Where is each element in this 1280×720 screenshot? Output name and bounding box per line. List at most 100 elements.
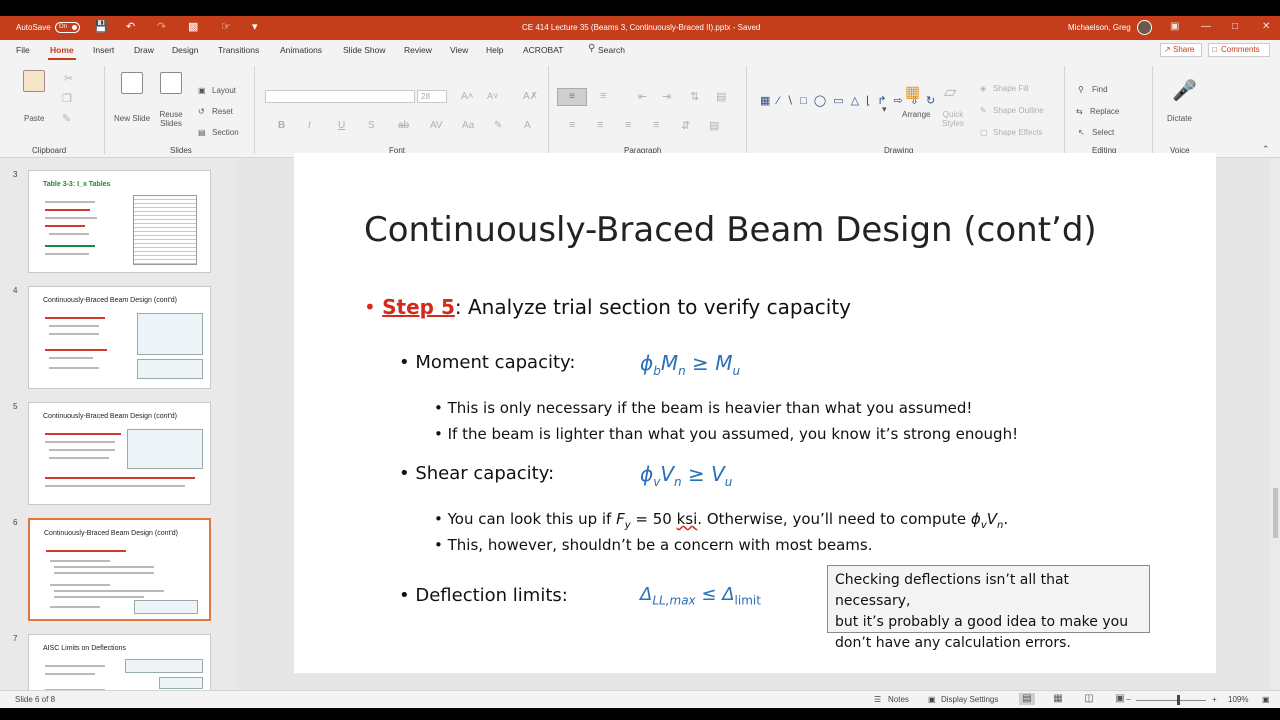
tab-acrobat[interactable]: ACROBAT bbox=[523, 45, 563, 55]
decrease-indent-icon[interactable]: ⇤ bbox=[638, 90, 647, 103]
moment-formula[interactable]: ϕbMn ≥ Mu bbox=[640, 351, 740, 378]
tab-file[interactable]: File bbox=[16, 45, 30, 55]
slide-thumbnail-4[interactable]: Continuously-Braced Beam Design (cont'd) bbox=[28, 286, 211, 389]
align-center-icon[interactable]: ≡ bbox=[597, 119, 603, 131]
paste-icon[interactable] bbox=[23, 70, 45, 92]
numbering-icon[interactable]: ≡ bbox=[600, 90, 606, 102]
search-icon[interactable]: ⚲ bbox=[588, 43, 595, 54]
slide-thumbnail-3[interactable]: Table 3-3: I_x Tables bbox=[28, 170, 211, 273]
step-5-bullet[interactable]: • Step 5: Analyze trial section to verif… bbox=[364, 295, 851, 319]
tab-view[interactable]: View bbox=[450, 45, 468, 55]
change-case-icon[interactable]: Aa bbox=[462, 120, 474, 131]
grow-font-icon[interactable]: A˄ bbox=[461, 91, 474, 102]
tab-review[interactable]: Review bbox=[404, 45, 432, 55]
ribbon-display-icon[interactable]: ▣ bbox=[1170, 21, 1179, 32]
current-slide[interactable]: Continuously-Braced Beam Design (cont’d)… bbox=[294, 153, 1216, 673]
tab-animations[interactable]: Animations bbox=[280, 45, 322, 55]
cut-icon[interactable]: ✂ bbox=[64, 72, 73, 85]
microphone-icon[interactable]: 🎤 bbox=[1172, 78, 1197, 103]
tab-draw[interactable]: Draw bbox=[134, 45, 154, 55]
increase-indent-icon[interactable]: ⇥ bbox=[662, 90, 671, 103]
copy-icon[interactable]: ❐ bbox=[62, 92, 72, 105]
underline-icon[interactable]: U bbox=[338, 120, 345, 131]
shear-sub-bullet-1[interactable]: • You can look this up if Fy = 50 ksi. O… bbox=[434, 510, 1008, 531]
columns-icon[interactable]: ▤ bbox=[716, 90, 726, 103]
layout-button[interactable]: Layout bbox=[212, 86, 236, 95]
slide-thumbnail-6[interactable]: Continuously-Braced Beam Design (cont'd) bbox=[28, 518, 211, 621]
avatar[interactable] bbox=[1137, 20, 1152, 35]
arrange-icon[interactable]: ▦ bbox=[905, 82, 920, 102]
zoom-level[interactable]: 109% bbox=[1228, 695, 1248, 704]
shapes-more-icon[interactable]: ▾ bbox=[882, 104, 887, 115]
deflection-note-box[interactable]: Checking deflections isn’t all that nece… bbox=[827, 565, 1150, 651]
character-spacing-icon[interactable]: AV bbox=[430, 120, 443, 131]
customize-toolbar-icon[interactable]: ▾ bbox=[252, 20, 258, 33]
tab-transitions[interactable]: Transitions bbox=[218, 45, 259, 55]
tab-help[interactable]: Help bbox=[486, 45, 503, 55]
slide-title[interactable]: Continuously-Braced Beam Design (cont’d) bbox=[364, 210, 1097, 250]
deflection-bullet[interactable]: • Deflection limits: bbox=[399, 585, 568, 606]
shear-formula[interactable]: ϕvVn ≥ Vu bbox=[640, 462, 732, 489]
moment-sub-bullet-1[interactable]: • This is only necessary if the beam is … bbox=[434, 399, 972, 417]
undo-icon[interactable]: ↶ bbox=[126, 20, 135, 33]
bullets-icon[interactable]: ≡ bbox=[557, 88, 587, 106]
new-slide-button[interactable]: New Slide bbox=[114, 114, 150, 123]
quick-styles-icon[interactable]: ▱ bbox=[944, 82, 956, 102]
quick-styles-button[interactable]: Quick Styles bbox=[940, 110, 966, 128]
share-button[interactable]: ↗ Share bbox=[1160, 43, 1202, 57]
save-icon[interactable]: 💾 bbox=[94, 20, 108, 33]
clear-formatting-icon[interactable]: A✗ bbox=[523, 91, 538, 102]
reset-button[interactable]: Reset bbox=[212, 107, 233, 116]
start-from-beginning-icon[interactable]: ▩ bbox=[188, 20, 198, 33]
slide-thumbnail-5[interactable]: Continuously-Braced Beam Design (cont'd) bbox=[28, 402, 211, 505]
deflection-formula[interactable]: ΔLL,max ≤ Δlimit bbox=[640, 584, 761, 608]
fit-to-window-icon[interactable]: ▣ bbox=[1262, 695, 1270, 704]
font-size-input[interactable]: 28 bbox=[417, 90, 447, 103]
shear-sub-bullet-2[interactable]: • This, however, shouldn’t be a concern … bbox=[434, 536, 872, 554]
reuse-slides-icon[interactable] bbox=[160, 72, 182, 94]
shape-effects-button[interactable]: Shape Effects bbox=[993, 128, 1043, 137]
justify-icon[interactable]: ≡ bbox=[653, 119, 659, 131]
new-slide-icon[interactable] bbox=[121, 72, 143, 94]
normal-view-icon[interactable]: ▤ bbox=[1019, 693, 1035, 705]
highlight-icon[interactable]: ✎ bbox=[494, 120, 502, 131]
line-spacing-icon[interactable]: ⇅ bbox=[690, 90, 699, 103]
autosave-toggle[interactable]: On bbox=[55, 22, 80, 33]
redo-icon[interactable]: ↷ bbox=[157, 20, 166, 33]
tab-slide-show[interactable]: Slide Show bbox=[343, 45, 386, 55]
shear-bullet[interactable]: • Shear capacity: bbox=[399, 463, 554, 484]
format-painter-icon[interactable]: ✎ bbox=[62, 112, 71, 125]
text-direction-icon[interactable]: ⇵ bbox=[681, 119, 690, 132]
select-button[interactable]: Select bbox=[1092, 128, 1114, 137]
reuse-slides-button[interactable]: Reuse Slides bbox=[155, 110, 187, 128]
strikethrough-icon[interactable]: ab bbox=[398, 120, 409, 131]
shrink-font-icon[interactable]: A˅ bbox=[487, 91, 498, 101]
align-left-icon[interactable]: ≡ bbox=[569, 119, 575, 131]
minimize-icon[interactable]: — bbox=[1201, 21, 1211, 32]
vertical-scrollbar[interactable] bbox=[1271, 158, 1280, 698]
close-icon[interactable]: ✕ bbox=[1262, 21, 1270, 32]
shapes-gallery[interactable]: ▦∕∖□◯▭△⌊↱⇨⇩↻ bbox=[760, 90, 935, 112]
slide-sorter-icon[interactable]: ▦ bbox=[1050, 693, 1066, 705]
shape-fill-button[interactable]: Shape Fill bbox=[993, 84, 1029, 93]
zoom-in-icon[interactable]: + bbox=[1212, 695, 1217, 704]
align-right-icon[interactable]: ≡ bbox=[625, 119, 631, 131]
collapse-ribbon-icon[interactable]: ⌃ bbox=[1262, 144, 1270, 155]
arrange-button[interactable]: Arrange bbox=[902, 110, 930, 119]
zoom-slider[interactable] bbox=[1136, 700, 1206, 701]
tab-insert[interactable]: Insert bbox=[93, 45, 114, 55]
align-text-icon[interactable]: ▤ bbox=[709, 119, 719, 132]
moment-bullet[interactable]: • Moment capacity: bbox=[399, 352, 575, 373]
reading-view-icon[interactable]: ◫ bbox=[1081, 693, 1097, 705]
slide-thumbnail-7[interactable]: AISC Limits on Deflections bbox=[28, 634, 211, 698]
section-button[interactable]: Section bbox=[212, 128, 239, 137]
touch-mode-icon[interactable]: ☞ bbox=[221, 20, 231, 33]
shadow-icon[interactable]: S bbox=[368, 120, 375, 131]
font-color-icon[interactable]: A bbox=[524, 120, 531, 131]
shape-outline-button[interactable]: Shape Outline bbox=[993, 106, 1044, 115]
bold-icon[interactable]: B bbox=[278, 120, 285, 131]
moment-sub-bullet-2[interactable]: • If the beam is lighter than what you a… bbox=[434, 425, 1018, 443]
font-name-input[interactable] bbox=[265, 90, 415, 103]
comments-button[interactable]: □ Comments bbox=[1208, 43, 1270, 57]
tab-design[interactable]: Design bbox=[172, 45, 198, 55]
